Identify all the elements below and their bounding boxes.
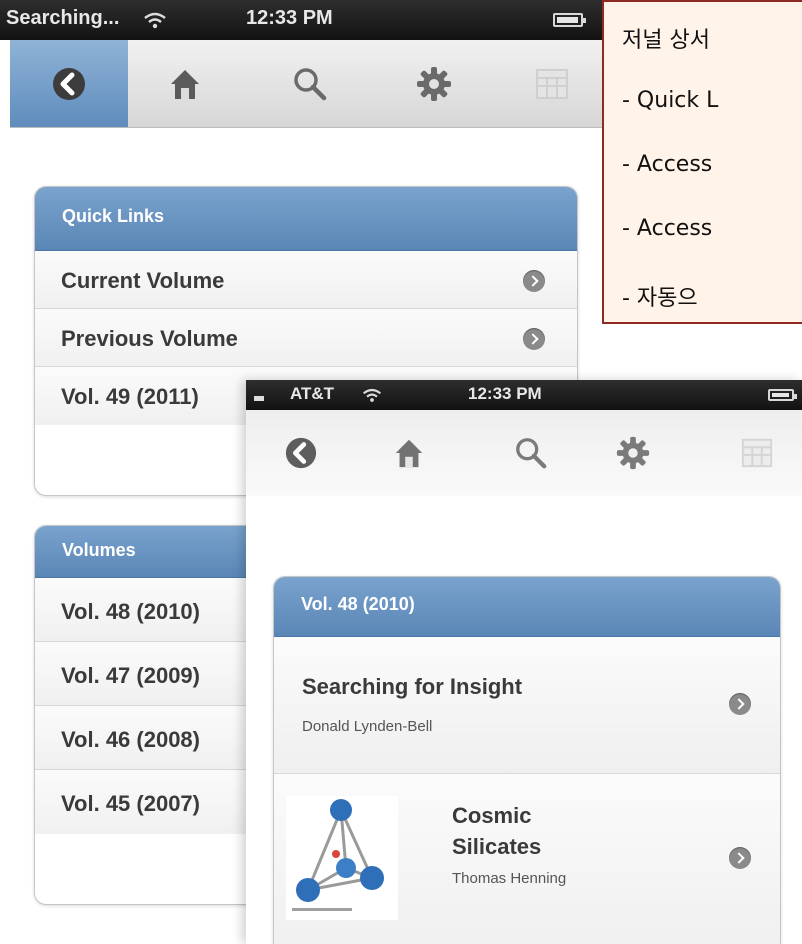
annotation-line: - 자동으: [622, 286, 698, 311]
list-item-label: Vol. 47 (2009): [61, 663, 200, 688]
table-icon: [536, 68, 568, 99]
home-button[interactable]: [362, 410, 456, 496]
list-item-label: Vol. 49 (2011): [61, 384, 199, 409]
search-icon: [294, 67, 327, 100]
article-author: Donald Lynden-Bell: [302, 718, 433, 735]
chevron-right-icon: [729, 847, 751, 869]
article-title-line: Silicates: [452, 834, 542, 859]
home-icon: [395, 439, 423, 468]
carrier-label: Searching...: [6, 7, 120, 29]
toolbar: [10, 40, 604, 128]
clock-label: 12:33 PM: [246, 7, 333, 29]
toolbar: [246, 410, 802, 496]
front-phone-screen: AT&T 12:33 PM Vol. 48 (2010) Searching f…: [246, 380, 802, 944]
annotation-box: 저널 상서 - Quick L - Access - Access - 자동으: [602, 0, 802, 324]
panel-header: Vol. 48 (2010): [274, 577, 780, 637]
panel-header: Quick Links: [35, 187, 577, 251]
wifi-icon: [144, 12, 166, 29]
clock-label: 12:33 PM: [468, 384, 542, 403]
list-item[interactable]: Current Volume: [35, 251, 577, 309]
battery-icon: [768, 389, 797, 401]
search-icon: [516, 438, 547, 469]
article-title: Searching for Insight: [302, 674, 523, 699]
annotation-line: - Access: [622, 152, 713, 177]
article-author: Thomas Henning: [452, 870, 567, 887]
list-item-label: Vol. 45 (2007): [61, 791, 200, 816]
signal-icon: [254, 396, 264, 401]
home-button[interactable]: [135, 40, 235, 127]
back-icon: [285, 437, 317, 469]
carrier-label: AT&T: [290, 384, 335, 403]
chevron-right-icon: [523, 270, 545, 292]
wifi-icon: [363, 388, 381, 402]
settings-button[interactable]: [384, 40, 484, 127]
search-button[interactable]: [260, 40, 360, 127]
article-row[interactable]: Cosmic Silicates Thomas Henning: [274, 774, 780, 944]
chevron-right-icon: [523, 328, 545, 350]
battery-icon: [553, 13, 586, 27]
chevron-right-icon: [729, 693, 751, 715]
list-item[interactable]: Previous Volume: [35, 309, 577, 367]
annotation-line: - Quick L: [622, 88, 719, 113]
list-item-label: Current Volume: [61, 268, 225, 293]
list-item-label: Previous Volume: [61, 326, 238, 351]
back-icon: [53, 67, 85, 100]
annotation-line: 저널 상서: [622, 28, 710, 53]
article-row[interactable]: Searching for Insight Donald Lynden-Bell: [274, 637, 780, 774]
list-item-label: Vol. 46 (2008): [61, 727, 200, 752]
table-button[interactable]: [502, 40, 602, 127]
settings-button[interactable]: [586, 410, 680, 496]
gear-icon: [417, 66, 451, 101]
home-icon: [171, 69, 199, 99]
status-bar: AT&T 12:33 PM: [246, 380, 802, 410]
search-button[interactable]: [484, 410, 578, 496]
annotation-line: - Access: [622, 216, 713, 241]
back-button[interactable]: [254, 410, 348, 496]
gear-icon: [616, 436, 650, 470]
status-bar: Searching... 12:33 PM: [0, 0, 604, 40]
table-icon: [741, 438, 773, 468]
back-button[interactable]: [10, 40, 128, 127]
list-item-label: Vol. 48 (2010): [61, 599, 200, 624]
table-button[interactable]: [710, 410, 802, 496]
article-title-line: Cosmic: [452, 803, 532, 828]
volume-articles-panel: Vol. 48 (2010) Searching for Insight Don…: [273, 576, 781, 944]
cover-thumbnail: [286, 796, 398, 920]
